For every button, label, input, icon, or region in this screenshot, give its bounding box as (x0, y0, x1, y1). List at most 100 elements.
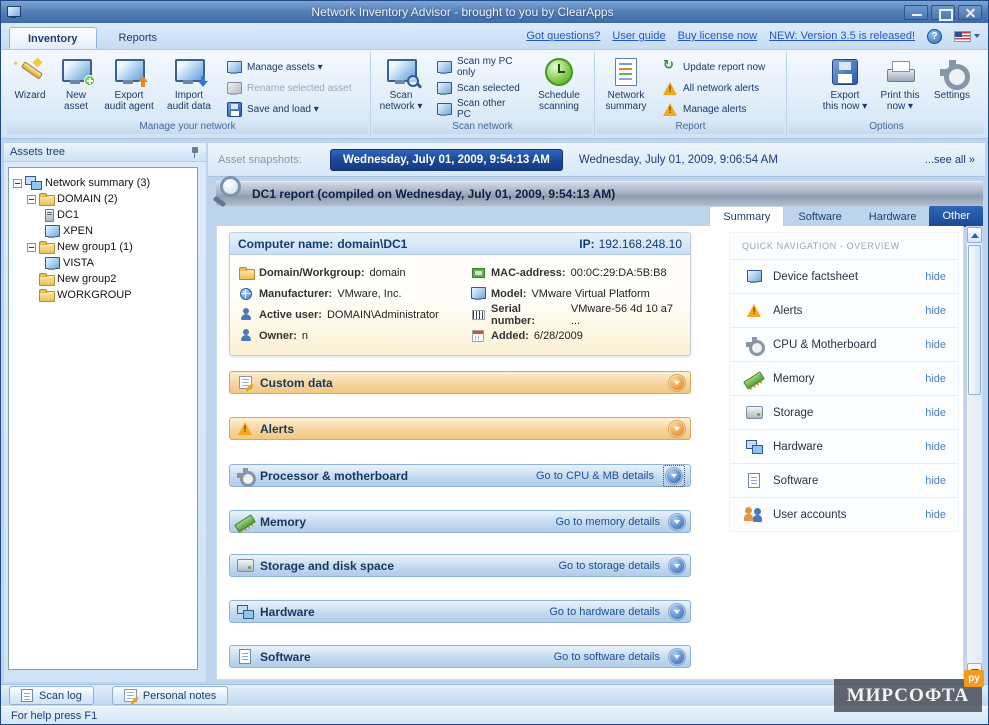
hide-link[interactable]: hide (925, 305, 946, 317)
wizard-button[interactable]: Wizard (7, 53, 53, 118)
collapse-chevron-button[interactable] (669, 375, 685, 391)
snapshot-selected-button[interactable]: Wednesday, July 01, 2009, 9:54:13 AM (330, 149, 563, 171)
tab-inventory[interactable]: Inventory (9, 27, 97, 49)
section-alerts[interactable]: Alerts (229, 417, 691, 440)
collapse-chevron-button[interactable] (669, 649, 685, 665)
computer-icon (45, 257, 60, 270)
tab-software[interactable]: Software (784, 208, 854, 227)
quick-nav-item-hardware[interactable]: Hardware hide (730, 429, 958, 463)
section-storage[interactable]: Storage and disk space Go to storage det… (229, 554, 691, 577)
field-domain-workgroup: Domain/Workgroup:domain (238, 264, 470, 281)
tab-hardware[interactable]: Hardware (855, 208, 930, 227)
go-to-memory-details-link[interactable]: Go to memory details (555, 516, 660, 528)
collapse-chevron-button[interactable] (669, 604, 685, 620)
hide-link[interactable]: hide (925, 407, 946, 419)
app-window: Network Inventory Advisor - brought to y… (0, 0, 989, 725)
tree-item-network-summary[interactable]: Network summary (3) (11, 175, 195, 191)
hide-link[interactable]: hide (925, 441, 946, 453)
quick-nav-item-software[interactable]: Software hide (730, 463, 958, 497)
tree-item-dc1[interactable]: DC1 (11, 207, 195, 223)
collapse-chevron-button[interactable] (669, 421, 685, 437)
collapse-chevron-button[interactable] (669, 514, 685, 530)
tab-other[interactable]: Other (929, 206, 983, 227)
tree-item-domain[interactable]: DOMAIN (2) (11, 191, 195, 207)
snapshot-button[interactable]: Wednesday, July 01, 2009, 9:06:54 AM (563, 150, 794, 170)
section-processor-motherboard[interactable]: Processor & motherboard Go to CPU & MB d… (229, 464, 691, 487)
hide-link[interactable]: hide (925, 509, 946, 521)
scrollbar-thumb[interactable] (968, 245, 981, 395)
new-version-link[interactable]: NEW: Version 3.5 is released! (769, 30, 915, 42)
magnifier-icon (407, 75, 421, 89)
buy-license-link[interactable]: Buy license now (678, 30, 758, 42)
expander-icon[interactable] (13, 179, 22, 188)
scan-log-tab[interactable]: Scan log (9, 686, 94, 705)
import-audit-data-button[interactable]: Import audit data (159, 53, 219, 118)
section-memory[interactable]: Memory Go to memory details (229, 510, 691, 533)
scan-other-pc-button[interactable]: Scan other PC (433, 101, 525, 117)
hide-link[interactable]: hide (925, 339, 946, 351)
quick-nav-item-memory[interactable]: Memory hide (730, 361, 958, 395)
all-network-alerts-button[interactable]: All network alerts (659, 80, 773, 96)
quick-nav-item-device-factsheet[interactable]: Device factsheet hide (730, 259, 958, 293)
personal-notes-tab[interactable]: Personal notes (112, 686, 228, 705)
hide-link[interactable]: hide (925, 271, 946, 283)
section-software[interactable]: Software Go to software details (229, 645, 691, 668)
go-to-storage-details-link[interactable]: Go to storage details (558, 560, 660, 572)
scan-network-button[interactable]: Scan network ▾ (373, 53, 429, 118)
got-questions-link[interactable]: Got questions? (526, 30, 600, 42)
tree-item-xpen[interactable]: XPEN (11, 223, 195, 239)
tree-item-new-group2[interactable]: New group2 (11, 271, 195, 287)
network-card-icon (472, 268, 485, 278)
print-this-now-button[interactable]: Print this now ▾ (872, 53, 928, 118)
watermark-badge: ру (964, 670, 984, 687)
go-to-software-details-link[interactable]: Go to software details (554, 651, 660, 663)
quick-nav-item-alerts[interactable]: Alerts hide (730, 293, 958, 327)
user-icon (240, 329, 252, 342)
see-all-link[interactable]: ...see all » (925, 154, 975, 166)
collapse-chevron-button[interactable] (666, 468, 682, 484)
scan-selected-button[interactable]: Scan selected (433, 80, 525, 96)
ip-label: IP: (579, 237, 594, 251)
go-to-hardware-details-link[interactable]: Go to hardware details (549, 606, 660, 618)
manage-assets-button[interactable]: Manage assets ▾ (223, 59, 361, 75)
field-serial-number: Serial number:VMware-56 4d 10 a7 ... (470, 306, 682, 323)
save-and-load-button[interactable]: Save and load ▾ (223, 101, 361, 117)
maximize-button[interactable] (931, 5, 955, 20)
tab-reports[interactable]: Reports (101, 27, 176, 49)
rename-selected-asset-button[interactable]: Rename selected asset (223, 80, 361, 96)
new-asset-icon (61, 58, 91, 86)
user-guide-link[interactable]: User guide (612, 30, 665, 42)
expander-icon[interactable] (27, 195, 36, 204)
export-audit-agent-button[interactable]: Export audit agent (99, 53, 159, 118)
quick-nav-item-user-accounts[interactable]: User accounts hide (730, 497, 958, 531)
update-report-button[interactable]: Update report now (659, 59, 773, 75)
network-summary-button[interactable]: Network summary (597, 53, 655, 118)
go-to-cpu-details-link[interactable]: Go to CPU & MB details (536, 470, 654, 482)
pin-icon[interactable] (190, 146, 200, 159)
settings-button[interactable]: Settings (928, 53, 976, 118)
scan-my-pc-button[interactable]: Scan my PC only (433, 59, 525, 75)
section-hardware[interactable]: Hardware Go to hardware details (229, 600, 691, 623)
minimize-button[interactable] (904, 5, 928, 20)
quick-nav-item-storage[interactable]: Storage hide (730, 395, 958, 429)
section-custom-data[interactable]: Custom data (229, 371, 691, 394)
scroll-up-button[interactable] (967, 227, 982, 243)
language-selector[interactable] (954, 31, 980, 42)
new-asset-button[interactable]: New asset (53, 53, 99, 118)
close-button[interactable] (958, 5, 982, 20)
tab-summary[interactable]: Summary (709, 206, 784, 227)
hide-link[interactable]: hide (925, 475, 946, 487)
manage-alerts-button[interactable]: Manage alerts (659, 101, 773, 117)
export-this-now-button[interactable]: Export this now ▾ (818, 53, 872, 118)
vertical-scrollbar[interactable] (966, 226, 983, 680)
schedule-scanning-button[interactable]: Schedule scanning (529, 53, 589, 118)
tree-item-vista[interactable]: VISTA (11, 255, 195, 271)
field-added: Added:6/28/2009 (470, 327, 682, 344)
tree-item-new-group1[interactable]: New group1 (1) (11, 239, 195, 255)
quick-nav-item-cpu-motherboard[interactable]: CPU & Motherboard hide (730, 327, 958, 361)
collapse-chevron-button[interactable] (669, 558, 685, 574)
tree-item-workgroup[interactable]: WORKGROUP (11, 287, 195, 303)
expander-icon[interactable] (27, 243, 36, 252)
hide-link[interactable]: hide (925, 373, 946, 385)
help-icon[interactable] (927, 29, 942, 44)
